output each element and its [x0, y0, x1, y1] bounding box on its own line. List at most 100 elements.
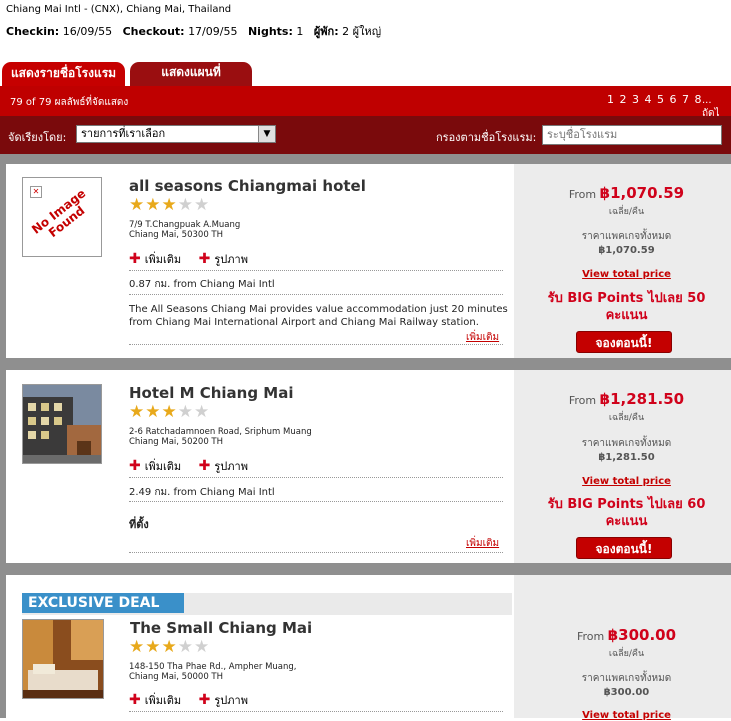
panel-top	[514, 575, 731, 593]
divider	[129, 344, 503, 345]
plus-icon: ✚	[129, 251, 141, 267]
checkout-label: Checkout:	[122, 25, 185, 38]
stay-summary: Checkin: 16/09/55 Checkout: 17/09/55 Nig…	[6, 22, 381, 40]
package-value: ฿1,070.59	[598, 245, 655, 256]
from-label: From	[576, 630, 605, 643]
address-line: 2-6 Ratchadamnoen Road, Sriphum Muang	[129, 427, 312, 437]
hotel-name-link[interactable]: The Small Chiang Mai	[130, 619, 312, 637]
broken-image-icon: ✕	[30, 186, 42, 198]
hotel-photo-image	[23, 620, 103, 698]
photos-label: รูปภาพ	[214, 694, 248, 707]
star-icon: ★	[161, 637, 178, 657]
package-value: ฿1,281.50	[598, 452, 655, 463]
nightly-price: ฿1,070.59	[599, 184, 685, 202]
view-total-price-link[interactable]: View total price	[514, 710, 731, 721]
separator-band	[0, 358, 731, 370]
pagination[interactable]: 1 2 3 4 5 6 7 8	[607, 93, 702, 106]
price-panel: From ฿1,281.50 เฉลี่ย/คืน ราคาแพคเกจทั้ง…	[514, 370, 731, 563]
big-points-text: รับ BIG Points ไปเลย 60 คะแนน	[547, 497, 706, 529]
package-price: ราคาแพคเกจทั้งหมด฿1,281.50	[514, 437, 731, 465]
package-label: ราคาแพคเกจทั้งหมด	[581, 438, 672, 449]
price-panel: From ฿1,070.59 เฉลี่ย/คืน ราคาแพคเกจทั้ง…	[514, 164, 731, 358]
book-now-button[interactable]: จองตอนนี้!	[576, 331, 672, 353]
photos-button[interactable]: ✚ รูปภาพ	[199, 692, 248, 708]
package-label: ราคาแพคเกจทั้งหมด	[581, 673, 672, 684]
chevron-down-icon[interactable]: ▼	[258, 126, 275, 142]
results-count: 79 of 79 ผลลัพธ์ที่จัดแสดง	[10, 97, 129, 108]
star-rating: ★★★★★	[129, 195, 210, 215]
address-line: 7/9 T.Changpuak A.Muang	[129, 220, 241, 230]
star-icon: ★	[129, 637, 146, 657]
star-icon: ★	[129, 402, 146, 422]
star-icon: ★	[161, 195, 178, 215]
filter-label: กรองตามชื่อโรงแรม:	[436, 131, 537, 144]
hotel-name-link[interactable]: Hotel M Chiang Mai	[129, 384, 294, 402]
price-from: From ฿300.00	[514, 626, 731, 644]
star-icon: ★	[177, 402, 194, 422]
big-points-text: รับ BIG Points ไปเลย 50 คะแนน	[547, 291, 706, 323]
more-info-button[interactable]: ✚ เพิ่มเติม	[129, 692, 181, 708]
hotel-card: EXCLUSIVE DEAL The Small Chiang Mai ★★★★…	[6, 575, 731, 721]
hotel-address: 2-6 Ratchadamnoen Road, Sriphum Muang Ch…	[129, 427, 312, 447]
divider	[129, 477, 503, 478]
view-total-price-link[interactable]: View total price	[514, 476, 731, 487]
hotel-name-filter-input[interactable]	[542, 125, 722, 145]
nightly-price: ฿1,281.50	[599, 390, 685, 408]
hotel-photo[interactable]	[22, 384, 102, 464]
star-rating: ★★★★★	[129, 637, 210, 657]
package-label: ราคาแพคเกจทั้งหมด	[581, 231, 672, 242]
price-panel: From ฿300.00 เฉลี่ย/คืน ราคาแพคเกจทั้งหม…	[514, 575, 731, 721]
tab-list-view[interactable]: แสดงรายชื่อโรงแรม	[2, 62, 125, 86]
hotel-actions: ✚ เพิ่มเติม ✚ รูปภาพ	[129, 691, 248, 709]
hotel-photo[interactable]	[22, 619, 104, 699]
plus-icon: ✚	[129, 458, 141, 474]
divider	[129, 711, 503, 712]
plus-icon: ✚	[198, 251, 211, 267]
divider	[129, 270, 503, 271]
distance-text: 0.87 กม. from Chiang Mai Intl	[129, 279, 275, 290]
more-info-label: เพิ่มเติม	[144, 253, 182, 266]
star-icon: ★	[145, 637, 162, 657]
hotel-actions: ✚ เพิ่มเติม ✚ รูปภาพ	[129, 250, 248, 268]
separator-band	[0, 563, 731, 575]
sort-filter-bar: จัดเรียงโดย: รายการที่เราเลือก ▼ กรองตาม…	[0, 116, 731, 154]
nights-label: Nights:	[247, 25, 293, 38]
divider	[129, 552, 503, 553]
exclusive-deal-badge: EXCLUSIVE DEAL	[22, 593, 184, 613]
star-icon: ★	[177, 195, 194, 215]
photos-button[interactable]: ✚ รูปภาพ	[198, 251, 248, 267]
from-label: From	[568, 394, 597, 407]
separator-band	[0, 154, 731, 164]
star-icon: ★	[194, 637, 211, 657]
more-info-button[interactable]: ✚ เพิ่มเติม	[129, 251, 182, 267]
sort-value: รายการที่เราเลือก	[81, 127, 166, 140]
read-more-link[interactable]: เพิ่มเติม	[466, 536, 499, 551]
per-night-label: เฉลี่ย/คืน	[608, 413, 645, 423]
price-from: From ฿1,070.59	[514, 184, 731, 202]
sort-select[interactable]: รายการที่เราเลือก ▼	[76, 125, 276, 143]
more-info-label: เพิ่มเติม	[144, 460, 182, 473]
hotel-address: 7/9 T.Changpuak A.Muang Chiang Mai, 5030…	[129, 220, 240, 240]
hotel-photo-image	[23, 385, 101, 463]
address-line: Chiang Mai, 50000 TH	[129, 672, 224, 682]
per-night-label: เฉลี่ย/คืน	[608, 207, 645, 217]
from-label: From	[568, 188, 597, 201]
hotel-card: Hotel M Chiang Mai ★★★★★ 2-6 Ratchadamno…	[6, 370, 731, 563]
nights-value: 1	[296, 25, 304, 38]
star-icon: ★	[129, 195, 146, 215]
hotel-name-link[interactable]: all seasons Chiangmai hotel	[129, 177, 366, 195]
book-now-button[interactable]: จองตอนนี้!	[576, 537, 672, 559]
results-bar: 79 of 79 ผลลัพธ์ที่จัดแสดง 1 2 3 4 5 6 7…	[0, 86, 731, 119]
tab-map-view[interactable]: แสดงแผนที่	[130, 62, 252, 86]
package-price: ราคาแพคเกจทั้งหมด ฿300.00	[514, 672, 731, 700]
nightly-price: ฿300.00	[607, 626, 677, 644]
view-total-price-link[interactable]: View total price	[514, 269, 731, 280]
checkin-value: 16/09/55	[62, 25, 113, 38]
plus-icon: ✚	[129, 692, 141, 708]
more-info-button[interactable]: ✚ เพิ่มเติม	[129, 458, 182, 474]
read-more-link[interactable]: เพิ่มเติม	[466, 330, 499, 345]
location-heading: ที่ตั้ง	[129, 518, 149, 531]
photos-button[interactable]: ✚ รูปภาพ	[199, 458, 248, 474]
star-icon: ★	[145, 402, 162, 422]
divider	[129, 294, 503, 295]
